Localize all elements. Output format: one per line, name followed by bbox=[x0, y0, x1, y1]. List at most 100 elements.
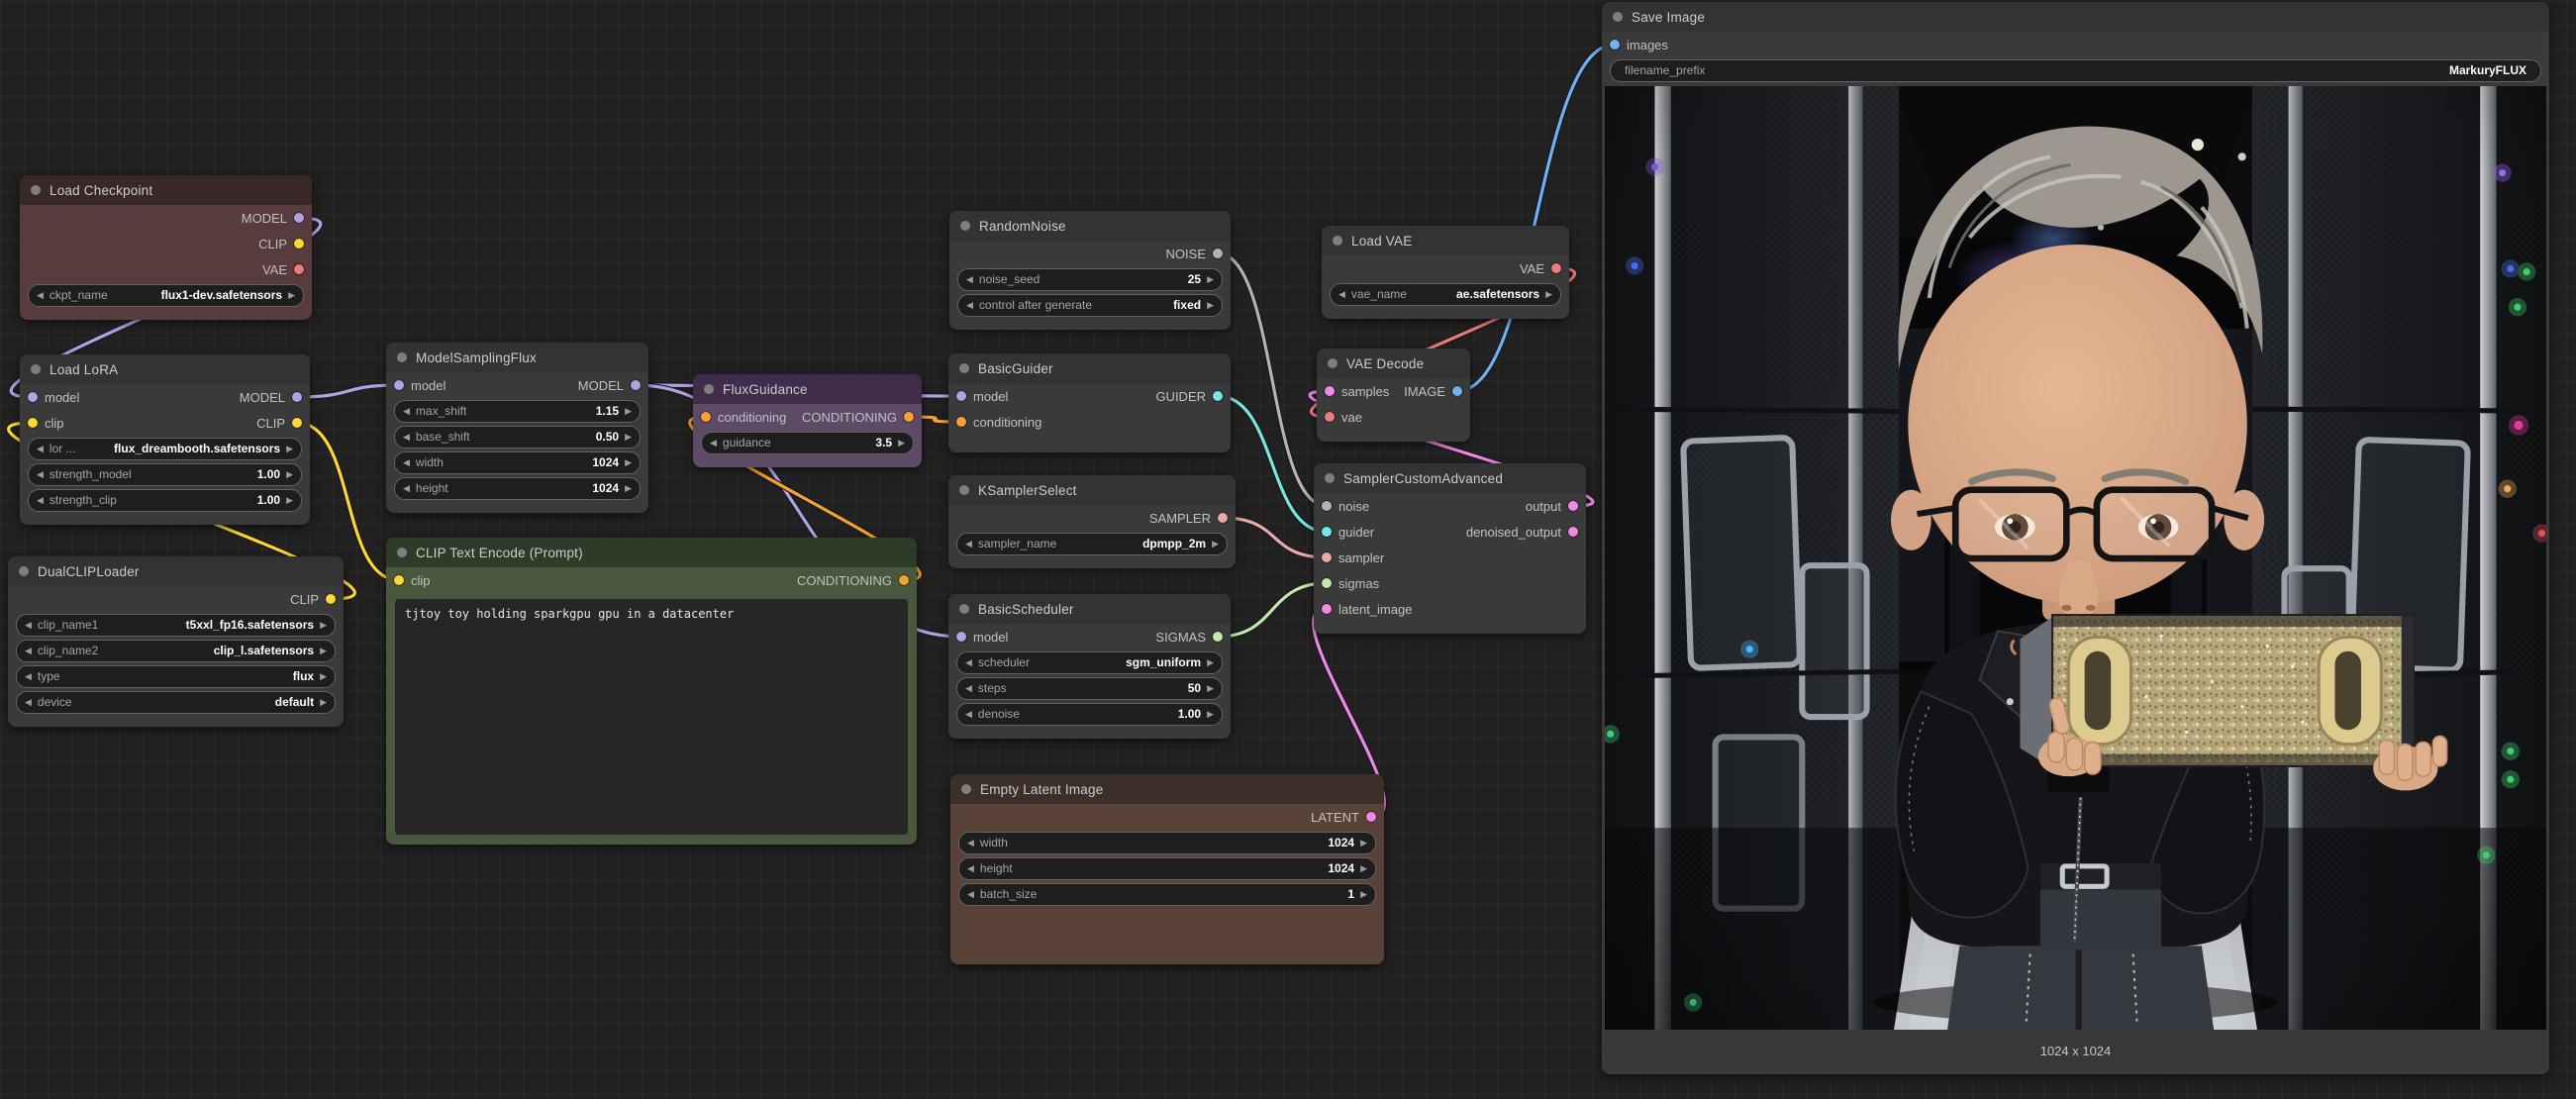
node-title-bar[interactable]: CLIP Text Encode (Prompt) bbox=[386, 538, 917, 567]
widget-height[interactable]: ◀height1024▶ bbox=[958, 857, 1376, 880]
node-title-bar[interactable]: SamplerCustomAdvanced bbox=[1314, 463, 1586, 493]
widget-lor[interactable]: ◀lor ...flux_dreambooth.safetensors▶ bbox=[28, 438, 302, 460]
widget-increment-icon[interactable]: ▶ bbox=[1212, 540, 1219, 549]
input-port-dot[interactable] bbox=[1322, 578, 1332, 588]
node-title-bar[interactable]: KSamplerSelect bbox=[948, 475, 1236, 505]
widget-decrement-icon[interactable]: ◀ bbox=[967, 890, 974, 899]
output-port-image[interactable]: IMAGE bbox=[1404, 384, 1462, 399]
widget-max-shift[interactable]: ◀max_shift1.15▶ bbox=[394, 400, 641, 423]
node-clip-text-encode-prompt[interactable]: CLIP Text Encode (Prompt)clipCONDITIONIN… bbox=[386, 538, 917, 845]
input-port-dot[interactable] bbox=[1322, 501, 1332, 511]
output-port-dot[interactable] bbox=[292, 418, 302, 428]
widget-decrement-icon[interactable]: ◀ bbox=[965, 658, 972, 667]
node-title-bar[interactable]: Save Image bbox=[1602, 2, 2549, 32]
node-vae-decode[interactable]: VAE DecodesamplesIMAGEvae bbox=[1317, 349, 1470, 442]
widget-decrement-icon[interactable]: ◀ bbox=[403, 484, 410, 493]
collapse-dot-icon[interactable] bbox=[397, 548, 407, 557]
widget-increment-icon[interactable]: ▶ bbox=[625, 433, 632, 442]
widget-ckpt-name[interactable]: ◀ckpt_nameflux1-dev.safetensors▶ bbox=[28, 284, 304, 307]
widget-increment-icon[interactable]: ▶ bbox=[286, 470, 293, 479]
collapse-dot-icon[interactable] bbox=[1333, 236, 1342, 246]
input-port-dot[interactable] bbox=[956, 417, 966, 427]
output-port-dot[interactable] bbox=[1551, 263, 1561, 273]
input-port-dot[interactable] bbox=[1322, 527, 1332, 537]
node-title-bar[interactable]: Load LoRA bbox=[20, 354, 310, 384]
widget-control-after-generate[interactable]: ◀control after generatefixed▶ bbox=[957, 294, 1223, 317]
output-port-dot[interactable] bbox=[1452, 386, 1462, 396]
prompt-textarea[interactable]: tjtoy toy holding sparkgpu gpu in a data… bbox=[395, 599, 908, 835]
widget-increment-icon[interactable]: ▶ bbox=[1360, 890, 1367, 899]
input-port-dot[interactable] bbox=[1322, 604, 1332, 614]
widget-guidance[interactable]: ◀guidance3.5▶ bbox=[701, 432, 914, 454]
input-port-dot[interactable] bbox=[956, 632, 966, 642]
widget-increment-icon[interactable]: ▶ bbox=[625, 484, 632, 493]
output-port-clip[interactable]: CLIP bbox=[256, 416, 302, 431]
output-port-vae[interactable]: VAE bbox=[262, 262, 304, 277]
node-ksamplerselect[interactable]: KSamplerSelectSAMPLER◀sampler_namedpmpp_… bbox=[948, 475, 1236, 568]
widget-increment-icon[interactable]: ▶ bbox=[625, 407, 632, 416]
collapse-dot-icon[interactable] bbox=[1328, 358, 1338, 368]
input-port-model[interactable]: model bbox=[956, 630, 1008, 645]
widget-decrement-icon[interactable]: ◀ bbox=[37, 291, 44, 300]
input-port-conditioning[interactable]: conditioning bbox=[701, 410, 786, 425]
widget-scheduler[interactable]: ◀schedulersgm_uniform▶ bbox=[956, 651, 1223, 674]
node-title-bar[interactable]: ModelSamplingFlux bbox=[386, 343, 648, 372]
widget-decrement-icon[interactable]: ◀ bbox=[37, 470, 44, 479]
output-port-output[interactable]: output bbox=[1526, 499, 1578, 514]
node-title-bar[interactable]: Load VAE bbox=[1322, 226, 1569, 255]
input-port-dot[interactable] bbox=[28, 418, 38, 428]
input-port-clip[interactable]: clip bbox=[28, 416, 64, 431]
widget-clip-name1[interactable]: ◀clip_name1t5xxl_fp16.safetensors▶ bbox=[16, 614, 336, 637]
collapse-dot-icon[interactable] bbox=[704, 384, 714, 394]
input-port-images[interactable]: images bbox=[1610, 38, 1668, 52]
node-load-lora[interactable]: Load LoRAmodelMODELclipCLIP◀lor ...flux_… bbox=[20, 354, 310, 525]
output-port-noise[interactable]: NOISE bbox=[1166, 247, 1223, 261]
widget-increment-icon[interactable]: ▶ bbox=[320, 647, 327, 655]
output-port-dot[interactable] bbox=[294, 264, 304, 274]
output-port-dot[interactable] bbox=[1568, 501, 1578, 511]
node-load-checkpoint[interactable]: Load CheckpointMODELCLIPVAE◀ckpt_nameflu… bbox=[20, 175, 312, 320]
node-samplercustomadvanced[interactable]: SamplerCustomAdvancednoiseoutputguiderde… bbox=[1314, 463, 1586, 634]
graph-canvas[interactable]: Load CheckpointMODELCLIPVAE◀ckpt_nameflu… bbox=[0, 0, 2576, 1099]
widget-decrement-icon[interactable]: ◀ bbox=[966, 301, 973, 310]
widget-width[interactable]: ◀width1024▶ bbox=[958, 832, 1376, 854]
widget-strength-clip[interactable]: ◀strength_clip1.00▶ bbox=[28, 489, 302, 512]
input-port-guider[interactable]: guider bbox=[1322, 525, 1374, 540]
widget-type[interactable]: ◀typeflux▶ bbox=[16, 665, 336, 688]
input-port-sigmas[interactable]: sigmas bbox=[1322, 576, 1379, 591]
widget-increment-icon[interactable]: ▶ bbox=[898, 439, 905, 448]
node-title-bar[interactable]: Empty Latent Image bbox=[950, 774, 1384, 804]
widget-increment-icon[interactable]: ▶ bbox=[1207, 301, 1214, 310]
collapse-dot-icon[interactable] bbox=[31, 364, 41, 374]
widget-increment-icon[interactable]: ▶ bbox=[1207, 710, 1214, 719]
output-port-dot[interactable] bbox=[294, 239, 304, 249]
output-port-dot[interactable] bbox=[1218, 513, 1228, 523]
widget-decrement-icon[interactable]: ◀ bbox=[1338, 290, 1345, 299]
widget-increment-icon[interactable]: ▶ bbox=[286, 445, 293, 453]
input-port-noise[interactable]: noise bbox=[1322, 499, 1369, 514]
widget-decrement-icon[interactable]: ◀ bbox=[967, 839, 974, 848]
collapse-dot-icon[interactable] bbox=[1613, 12, 1623, 22]
input-port-dot[interactable] bbox=[28, 392, 38, 402]
collapse-dot-icon[interactable] bbox=[959, 363, 969, 373]
widget-width[interactable]: ◀width1024▶ bbox=[394, 451, 641, 474]
output-port-sampler[interactable]: SAMPLER bbox=[1149, 511, 1228, 526]
output-port-guider[interactable]: GUIDER bbox=[1155, 389, 1223, 404]
collapse-dot-icon[interactable] bbox=[19, 566, 29, 576]
widget-filename-prefix[interactable]: filename_prefixMarkuryFLUX bbox=[1610, 59, 2541, 82]
widget-noise-seed[interactable]: ◀noise_seed25▶ bbox=[957, 268, 1223, 291]
node-title-bar[interactable]: BasicScheduler bbox=[948, 594, 1231, 624]
input-port-vae[interactable]: vae bbox=[1325, 410, 1362, 425]
widget-increment-icon[interactable]: ▶ bbox=[1207, 275, 1214, 284]
output-port-latent[interactable]: LATENT bbox=[1311, 810, 1376, 825]
input-port-samples[interactable]: samples bbox=[1325, 384, 1389, 399]
widget-decrement-icon[interactable]: ◀ bbox=[37, 496, 44, 505]
widget-increment-icon[interactable]: ▶ bbox=[320, 621, 327, 630]
input-port-model[interactable]: model bbox=[28, 390, 79, 405]
collapse-dot-icon[interactable] bbox=[31, 185, 41, 195]
input-port-model[interactable]: model bbox=[394, 378, 446, 393]
output-port-dot[interactable] bbox=[1568, 527, 1578, 537]
widget-decrement-icon[interactable]: ◀ bbox=[37, 445, 44, 453]
output-port-dot[interactable] bbox=[1213, 632, 1223, 642]
widget-decrement-icon[interactable]: ◀ bbox=[25, 672, 32, 681]
